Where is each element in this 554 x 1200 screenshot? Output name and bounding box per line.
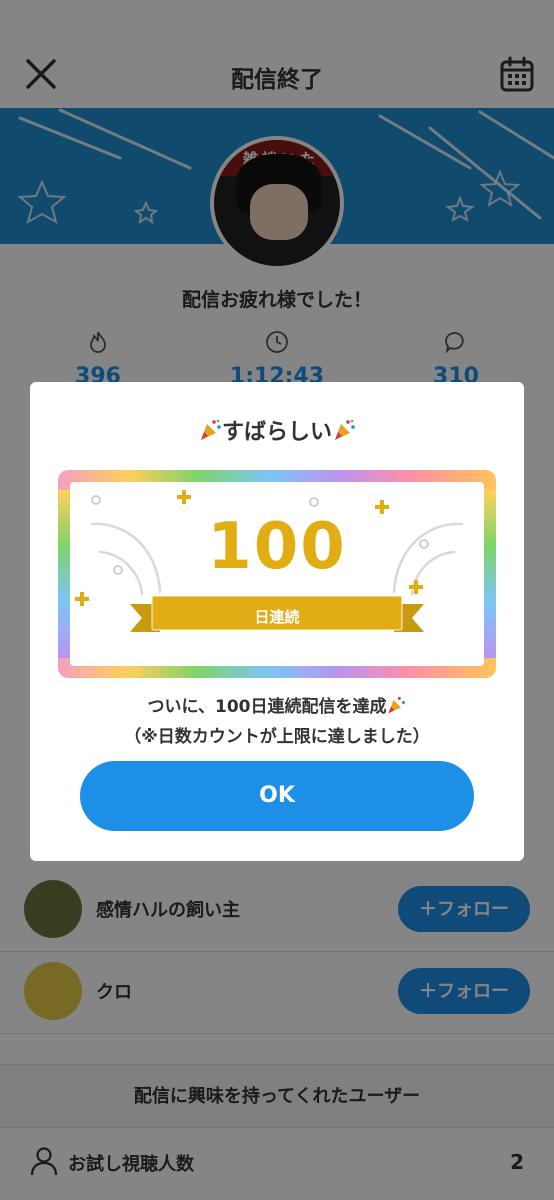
limit-note: （※日数カウントが上限に達しました） xyxy=(124,727,430,747)
ok-button[interactable]: OK xyxy=(80,761,474,831)
achievement-dialog: すばらしい 100 日連続 ついに、100日連続配信を達成 （※日数カウントが上… xyxy=(30,382,524,861)
badge-inner: 100 日連続 xyxy=(70,482,484,666)
streak-badge: 100 日連続 xyxy=(58,470,496,678)
streak-label: 日連続 xyxy=(254,608,300,626)
dialog-title-text: すばらしい xyxy=(221,420,332,445)
achievement-message-text: ついに、100日連続配信を達成 xyxy=(147,697,387,717)
dialog-title: すばらしい xyxy=(30,414,524,446)
party-popper-icon xyxy=(388,696,406,714)
party-popper-icon xyxy=(200,419,221,440)
achievement-message: ついに、100日連続配信を達成 xyxy=(30,692,524,717)
streak-number: 100 xyxy=(207,510,347,584)
party-popper-icon xyxy=(335,419,355,440)
